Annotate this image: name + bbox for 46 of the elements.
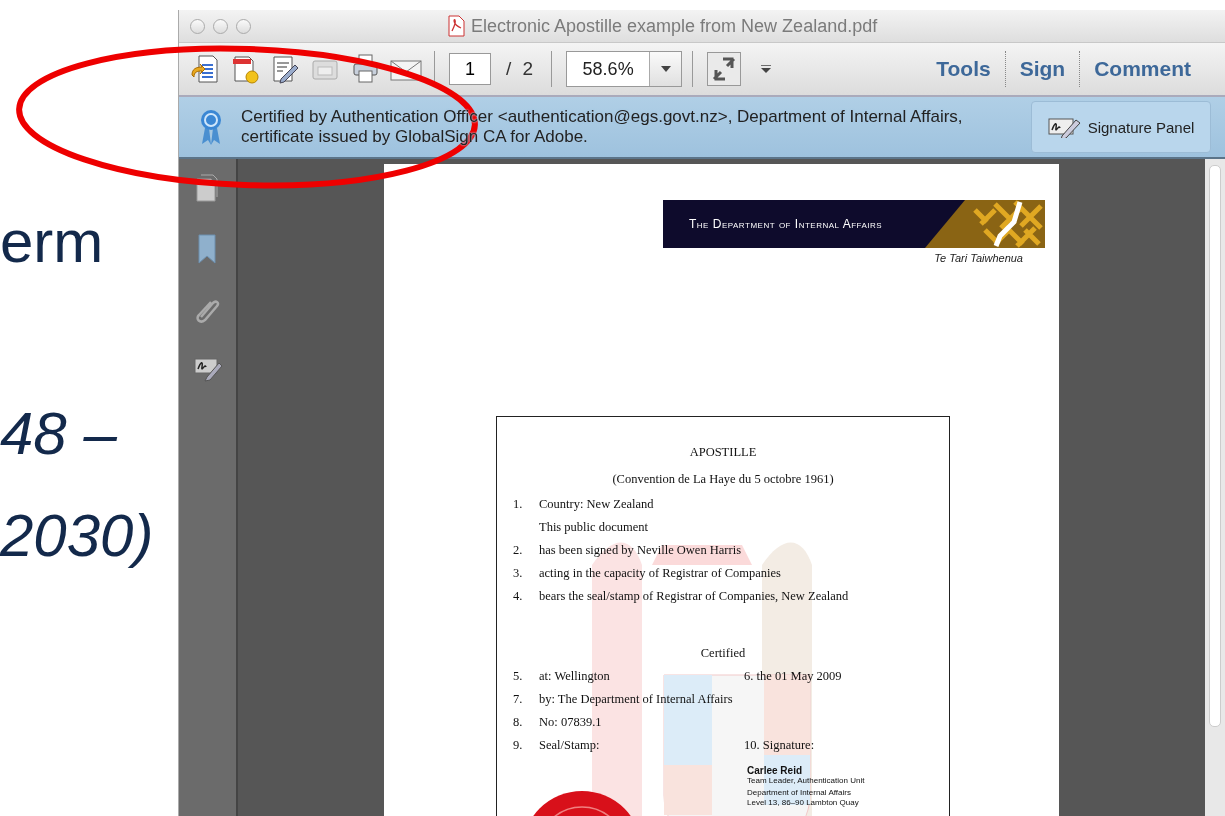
scrollbar-thumb[interactable]: [1209, 165, 1221, 727]
caret-icon: [660, 66, 671, 72]
certificate-line: This public document: [539, 520, 649, 535]
slide-text: erm: [0, 210, 105, 274]
certificate-line: bears the seal/stamp of Registrar of Companies, New Zealand: [539, 589, 849, 604]
signature-panel-button[interactable]: Signature Panel: [1031, 101, 1211, 153]
signer-name: Carlee Reid: [747, 765, 804, 776]
department-banner: The Department of Internal Affairs: [663, 200, 1045, 248]
certificate-subtitle: (Convention de La Haye du 5 octobre 1961): [611, 472, 835, 487]
certificate-line: 6. the 01 May 2009: [744, 669, 842, 684]
certificate-line: by: The Department of Internal Affairs: [539, 692, 734, 707]
item-number: 9.: [513, 738, 524, 753]
slide-text: 48 –: [0, 402, 118, 466]
page-number-field[interactable]: 1: [449, 53, 491, 85]
slide-text: 2030): [0, 504, 155, 568]
item-number: 8.: [513, 715, 524, 730]
item-number: 4.: [513, 589, 524, 604]
signer-address: Level 13, 86–90 Lambton Quay: [747, 798, 860, 808]
certificate-line: at: Wellington: [539, 669, 611, 684]
pdf-file-icon: [447, 15, 465, 37]
certificate-line: 10. Signature:: [744, 738, 815, 753]
item-number: 2.: [513, 543, 524, 558]
toolbar-link[interactable]: Sign: [1005, 57, 1080, 81]
certificate-line: Seal/Stamp:: [539, 738, 601, 753]
zoom-combo-box[interactable]: 58.6%: [566, 51, 683, 87]
item-number: 1.: [513, 497, 524, 512]
certificate-title: APOSTILLE: [688, 445, 758, 460]
certificate-line: has been signed by Neville Owen Harris: [539, 543, 743, 558]
ribbon-badge-icon: [199, 108, 223, 146]
certificate-line: No: 07839.1: [539, 715, 603, 730]
page-total: / 2: [506, 58, 534, 80]
caret-icon[interactable]: [761, 65, 772, 73]
item-number: 3.: [513, 566, 524, 581]
certificate-line: acting in the capacity of Registrar of Companies: [539, 566, 781, 581]
department-subtitle: Te Tari Taiwhenua: [933, 252, 1023, 264]
item-number: 7.: [513, 692, 524, 707]
signature-pen-icon: [1047, 116, 1082, 138]
signer-role: Team Leader, Authentication Unit: [747, 776, 866, 785]
item-number: 5.: [513, 669, 524, 684]
expand-arrows-icon[interactable]: [707, 52, 742, 86]
signer-address: Department of Internal Affairs: [747, 788, 852, 798]
certificate-heading: Certified: [700, 646, 746, 661]
toolbar-link[interactable]: Tools: [922, 57, 1005, 81]
window-title: Electronic Apostille example from New Zealand.pdf: [471, 15, 878, 37]
certificate-line: Country: New Zealand: [539, 497, 655, 512]
toolbar-link[interactable]: Comment: [1080, 57, 1205, 81]
